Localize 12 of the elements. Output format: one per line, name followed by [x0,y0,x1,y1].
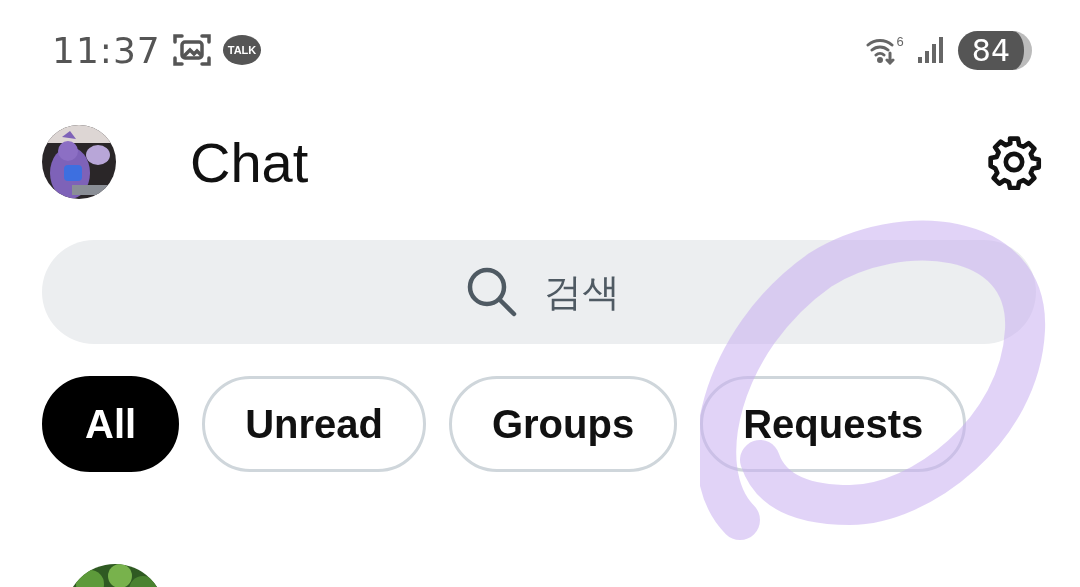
signal-icon [915,35,946,65]
filter-tab[interactable]: All [42,376,180,472]
page-title: Chat [190,129,310,195]
filter-tab[interactable]: Groups [448,376,678,472]
talk-badge: TALK [222,35,262,65]
filter-tab[interactable]: Unread [202,376,426,472]
battery-indicator: 84 [957,30,1032,70]
status-time: 11:37 [52,29,161,71]
settings-icon[interactable] [986,134,1042,190]
search-field[interactable]: 검색 [42,240,1036,344]
screenshot-icon [172,32,211,68]
filter-tab[interactable]: Requests [700,376,967,472]
